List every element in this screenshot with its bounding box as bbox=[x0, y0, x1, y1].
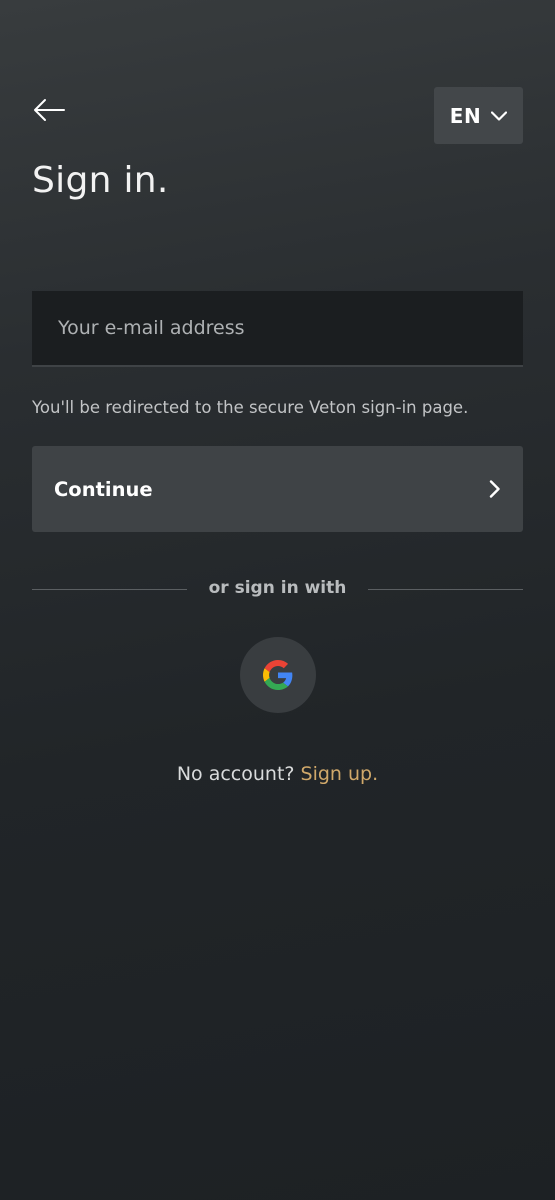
google-sign-in-button[interactable] bbox=[240, 637, 316, 713]
signup-link-label: Sign up bbox=[300, 763, 373, 785]
arrow-left-icon bbox=[34, 99, 65, 121]
page-title: Sign in. bbox=[32, 160, 169, 201]
chevron-down-icon bbox=[491, 110, 508, 121]
signup-link-suffix: . bbox=[372, 763, 379, 785]
redirect-note: You'll be redirected to the secure Veton… bbox=[32, 398, 469, 417]
chevron-right-icon bbox=[489, 480, 500, 498]
continue-button[interactable]: Continue bbox=[32, 446, 523, 532]
language-label: EN bbox=[449, 103, 482, 128]
divider-line-left bbox=[32, 589, 187, 590]
signup-link[interactable]: Sign up. bbox=[301, 763, 379, 785]
signup-row: No account? Sign up. bbox=[0, 763, 555, 785]
language-selector[interactable]: EN bbox=[434, 87, 523, 144]
continue-label: Continue bbox=[54, 477, 153, 501]
divider-line-right bbox=[368, 589, 523, 590]
email-field[interactable] bbox=[32, 291, 523, 365]
email-field-container bbox=[32, 291, 523, 367]
back-button[interactable] bbox=[32, 92, 76, 128]
google-icon bbox=[263, 660, 293, 690]
divider-text: or sign in with bbox=[208, 578, 347, 598]
signup-prompt: No account? bbox=[176, 763, 295, 785]
